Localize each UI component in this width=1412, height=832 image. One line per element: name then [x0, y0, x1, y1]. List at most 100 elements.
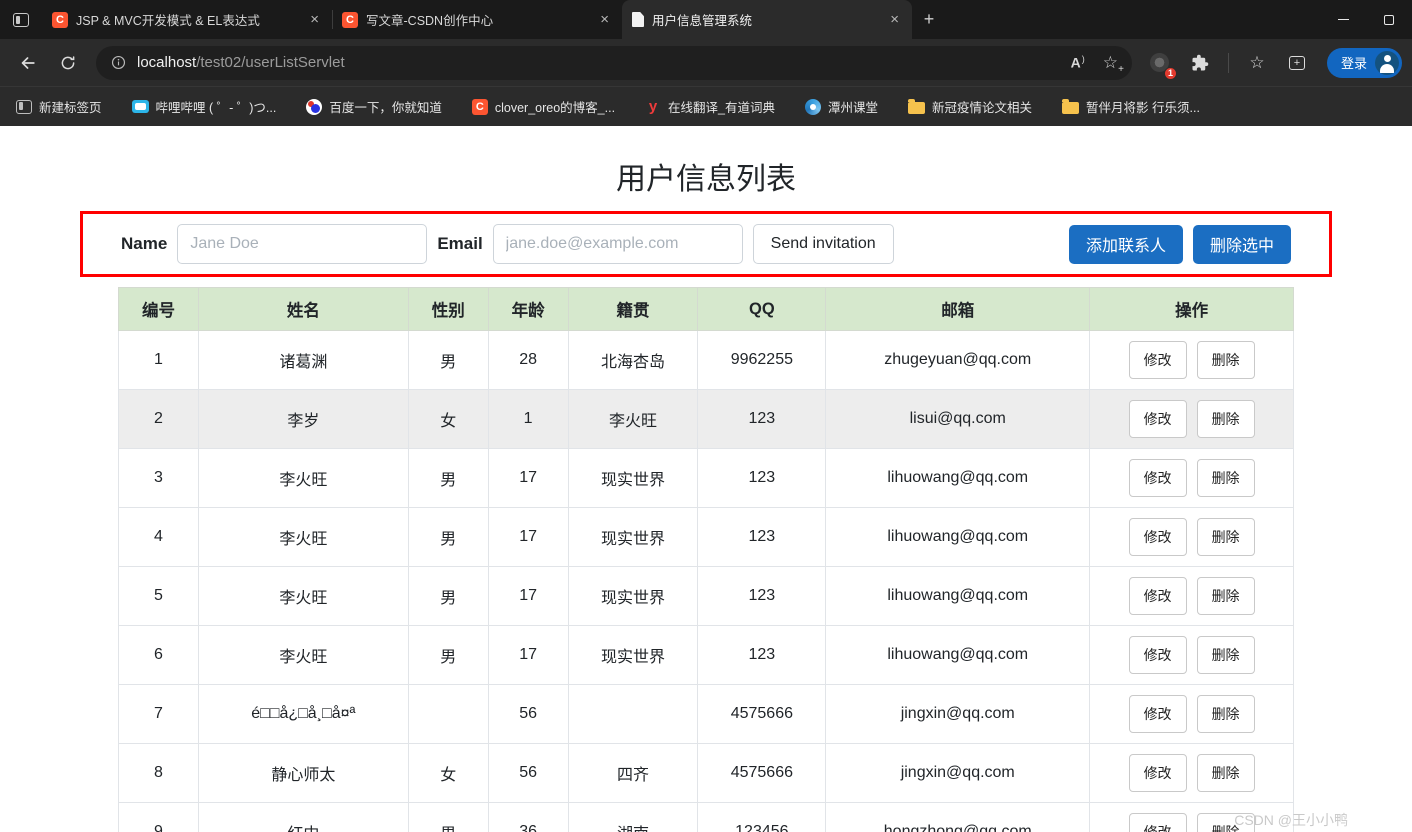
table-row: 4 李火旺男 17 现实世界 123 lihuowang@qq.com 修改 删除	[118, 507, 1294, 567]
table-cell: 四齐	[567, 743, 699, 803]
minimize-button[interactable]	[1320, 0, 1366, 39]
tanzhou-icon	[805, 98, 821, 115]
bookmark-label: 在线翻译_有道词典	[668, 101, 775, 115]
tab-bar: C JSP & MVC开发模式 & EL表达式 × C 写文章-CSDN创作中心 × 用户信…	[0, 0, 1412, 39]
send-invitation-button[interactable]: Send invitation	[752, 224, 894, 264]
delete-button[interactable]: 删除	[1196, 577, 1255, 615]
sign-in-button[interactable]: 登录	[1326, 47, 1402, 78]
url-host: localhost	[137, 54, 197, 71]
edit-button[interactable]: 修改	[1128, 695, 1187, 733]
table-row: 6 李火旺男 17 现实世界 123 lihuowang@qq.com 修改 删除	[118, 625, 1294, 685]
tab-close-icon[interactable]: ×	[887, 11, 902, 28]
edit-button[interactable]: 修改	[1128, 459, 1187, 497]
bookmark-item[interactable]: 新冠疫情论文相关	[908, 97, 1032, 116]
puzzle-icon	[1192, 54, 1209, 70]
tab-actions-icon	[13, 12, 29, 27]
column-header: QQ	[697, 287, 827, 331]
bookmark-item[interactable]: 新建标签页	[16, 97, 102, 116]
table-cell: 4	[118, 507, 199, 567]
bookmark-item[interactable]: y 在线翻译_有道词典	[645, 97, 775, 116]
table-cell: 男	[407, 566, 489, 626]
edit-button[interactable]: 修改	[1128, 754, 1187, 792]
folder-icon	[1062, 99, 1080, 114]
bookmark-item[interactable]: 暂伴月将影 行乐须...	[1062, 97, 1200, 116]
table-cell: 湖南	[567, 802, 699, 832]
site-info-icon[interactable]	[110, 54, 127, 71]
table-cell: 7	[118, 684, 199, 744]
delete-button[interactable]: 删除	[1196, 518, 1255, 556]
new-tab-button[interactable]: +	[912, 0, 946, 39]
folder-icon	[908, 99, 926, 114]
collections-button[interactable]	[1279, 46, 1315, 80]
refresh-button[interactable]	[50, 46, 86, 80]
table-cell: 17	[487, 566, 569, 626]
table-cell: jingxin@qq.com	[825, 743, 1091, 803]
table-cell: 男	[407, 330, 489, 390]
favorites-button[interactable]: ☆	[1239, 46, 1275, 80]
bookmark-item[interactable]: 哔哩哔哩 ( ゜- ゜)つ...	[131, 97, 276, 116]
tab-close-icon[interactable]: ×	[307, 11, 322, 28]
table-cell: 5	[118, 566, 199, 626]
table-cell: 李岁	[197, 389, 409, 449]
table-cell: 17	[487, 625, 569, 685]
bookmark-item[interactable]: 百度一下，你就知道	[306, 97, 442, 116]
maximize-button[interactable]	[1366, 0, 1412, 39]
table-cell	[567, 684, 699, 744]
bookmark-item[interactable]: Cclover_oreo的博客_...	[471, 97, 615, 116]
baidu-icon	[306, 98, 323, 115]
table-cell: 李火旺	[197, 625, 409, 685]
read-aloud-icon[interactable]: A	[1071, 54, 1085, 71]
back-button[interactable]	[10, 46, 46, 80]
table-cell: 北海杏岛	[567, 330, 699, 390]
delete-button[interactable]: 删除	[1196, 400, 1255, 438]
tab-close-icon[interactable]: ×	[597, 11, 612, 28]
delete-button[interactable]: 删除	[1196, 754, 1255, 792]
table-cell: 男	[407, 507, 489, 567]
table-cell: 诸葛渊	[197, 330, 409, 390]
edit-button[interactable]: 修改	[1128, 400, 1187, 438]
edit-button[interactable]: 修改	[1128, 577, 1187, 615]
table-cell: 56	[487, 684, 569, 744]
add-favorite-icon[interactable]: ☆	[1103, 53, 1125, 75]
name-input[interactable]	[177, 224, 428, 264]
delete-button[interactable]: 删除	[1196, 459, 1255, 497]
delete-button[interactable]: 删除	[1196, 636, 1255, 674]
bookmark-label: 新建标签页	[39, 101, 102, 115]
email-input[interactable]	[492, 224, 743, 264]
column-header: 操作	[1089, 287, 1294, 331]
delete-button[interactable]: 删除	[1196, 695, 1255, 733]
bookmark-item[interactable]: 潭州课堂	[805, 97, 878, 116]
table-cell: jingxin@qq.com	[825, 684, 1091, 744]
edit-button[interactable]: 修改	[1128, 636, 1187, 674]
browser-tab[interactable]: C 写文章-CSDN创作中心 ×	[332, 0, 622, 39]
tab-actions-button[interactable]	[0, 0, 42, 39]
tab-list: C JSP & MVC开发模式 & EL表达式 × C 写文章-CSDN创作中心 × 用户信…	[42, 0, 912, 39]
delete-selected-button[interactable]: 删除选中	[1192, 224, 1291, 264]
delete-button[interactable]: 删除	[1196, 341, 1255, 379]
edit-button[interactable]: 修改	[1128, 813, 1187, 832]
edit-button[interactable]: 修改	[1128, 518, 1187, 556]
table-cell: 28	[487, 330, 569, 390]
table-cell: 4575666	[697, 743, 827, 803]
browser-tab[interactable]: C JSP & MVC开发模式 & EL表达式 ×	[42, 0, 332, 39]
add-contact-button[interactable]: 添加联系人	[1068, 224, 1183, 264]
column-header: 邮箱	[825, 287, 1091, 331]
extension-button[interactable]: 1	[1142, 46, 1178, 80]
table-row: 5 李火旺男 17 现实世界 123 lihuowang@qq.com 修改 删除	[118, 566, 1294, 626]
table-cell: 3	[118, 448, 199, 508]
tab-title: 写文章-CSDN创作中心	[366, 14, 494, 28]
csdn-favicon-icon: C	[52, 11, 68, 28]
bookmark-label: 暂伴月将影 行乐须...	[1086, 101, 1200, 115]
back-icon	[21, 56, 35, 69]
table-cell: 男	[407, 625, 489, 685]
address-bar[interactable]: localhost/test02/userListServlet A ☆	[96, 45, 1132, 80]
browser-tab[interactable]: 用户信息管理系统 ×	[622, 0, 912, 39]
table-cell: 4575666	[697, 684, 827, 744]
table-cell: 女	[407, 389, 489, 449]
actions-cell: 修改 删除	[1089, 330, 1294, 390]
table-cell: 现实世界	[567, 566, 699, 626]
edit-button[interactable]: 修改	[1128, 341, 1187, 379]
table-cell: lihuowang@qq.com	[825, 625, 1091, 685]
extensions-menu-button[interactable]	[1182, 46, 1218, 80]
url-text: localhost/test02/userListServlet	[137, 54, 345, 71]
